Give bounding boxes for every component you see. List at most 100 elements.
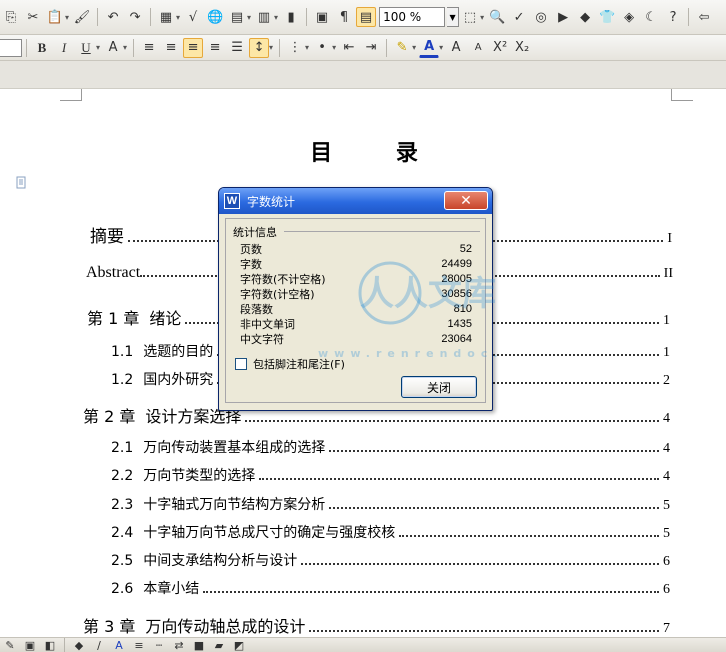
toc-entry[interactable]: 第 3 章 万向传动轴总成的设计 7 — [83, 613, 670, 637]
line-spacing-icon[interactable]: ↕ — [249, 37, 270, 58]
hyperlink-icon[interactable]: 🌐 — [205, 7, 225, 27]
paste-icon[interactable]: 📋 — [45, 7, 65, 27]
underline-dropdown-icon[interactable]: ▾ — [96, 43, 100, 52]
layer-icon[interactable]: ◩ — [230, 638, 248, 652]
help-icon[interactable]: ? — [663, 7, 683, 27]
include-footnotes-option[interactable]: 包括脚注和尾注(F) — [235, 356, 345, 372]
columns-icon[interactable]: ▥ — [254, 7, 274, 27]
italic-icon[interactable]: I — [54, 38, 74, 58]
insert-table-dropdown-icon[interactable]: ▾ — [176, 13, 180, 22]
line-spacing-dropdown-icon[interactable]: ▾ — [269, 43, 273, 52]
font-color-dropdown-icon[interactable]: ▾ — [439, 43, 443, 52]
wps-logo-icon: W — [224, 193, 240, 209]
table-dropdown-icon[interactable]: ▾ — [247, 13, 251, 22]
stat-label: 段落数 — [240, 303, 273, 316]
back-arrow-icon[interactable]: ⇦ — [694, 7, 714, 27]
distributed-icon[interactable]: ☰ — [227, 38, 247, 58]
toc-entry[interactable]: 2.3 十字轴式万向节结构方案分析 5 — [111, 494, 670, 514]
show-formatting-icon[interactable]: ▤ — [356, 7, 377, 27]
align-center-icon[interactable]: ≡ — [161, 38, 181, 58]
toc-entry[interactable]: 2.2 万向节类型的选择 4 — [111, 465, 670, 485]
format-painter-icon[interactable]: 🖌 — [72, 7, 92, 27]
bullets-icon[interactable]: • — [312, 38, 332, 58]
bullets-dropdown-icon[interactable]: ▾ — [332, 43, 336, 52]
char-shading-dropdown-icon[interactable]: ▾ — [123, 43, 127, 52]
undo-icon[interactable]: ↶ — [103, 7, 123, 27]
shrink-font-icon[interactable]: A — [468, 38, 488, 58]
numbering-dropdown-icon[interactable]: ▾ — [305, 43, 309, 52]
document-map-icon[interactable]: ▣ — [312, 7, 332, 27]
toc-page-number: 1 — [663, 313, 670, 328]
find-icon[interactable]: 🔍 — [487, 7, 507, 27]
toc-entry[interactable]: 2.5 中间支承结构分析与设计 6 — [111, 550, 670, 570]
justify-icon[interactable]: ≡ — [205, 38, 225, 58]
spellcheck-icon[interactable]: ✓ — [509, 7, 529, 27]
shapes-icon[interactable]: ◧ — [41, 638, 59, 652]
stat-row: 中文字符 23064 — [240, 332, 472, 347]
dash-style-icon[interactable]: ┄ — [150, 638, 168, 652]
underline-icon[interactable]: U — [76, 38, 96, 58]
paste-dropdown-icon[interactable]: ▾ — [65, 13, 69, 22]
play-icon[interactable]: ▶ — [553, 7, 573, 27]
zoom-input[interactable]: 100 % — [379, 7, 446, 27]
backup-icon[interactable]: ◆ — [575, 7, 595, 27]
increase-indent-icon[interactable]: ⇥ — [361, 38, 381, 58]
toc-page-number: 6 — [663, 554, 670, 569]
text-color-icon[interactable]: A — [110, 638, 128, 652]
close-button[interactable]: 关闭 — [401, 376, 477, 398]
subscript-icon[interactable]: X₂ — [512, 38, 532, 58]
draw-icon[interactable]: ✎ — [1, 638, 19, 652]
zoom-dropdown-icon[interactable]: ▼ — [447, 7, 460, 27]
shield-icon[interactable]: ◈ — [619, 7, 639, 27]
font-color-icon[interactable]: A — [419, 38, 440, 58]
select-dropdown-icon[interactable]: ▾ — [480, 13, 484, 22]
stat-row: 字数 24499 — [240, 257, 472, 272]
formula-icon[interactable]: √ — [183, 7, 203, 27]
align-left-icon[interactable]: ≡ — [139, 38, 159, 58]
superscript-icon[interactable]: X² — [490, 38, 510, 58]
copy-icon[interactable]: ⎘ — [1, 7, 21, 27]
bold-icon[interactable]: B — [32, 38, 52, 58]
redo-icon[interactable]: ↷ — [125, 7, 145, 27]
3d-icon[interactable]: ▰ — [210, 638, 228, 652]
decrease-indent-icon[interactable]: ⇤ — [339, 38, 359, 58]
toc-entry[interactable]: 2.4 十字轴万向节总成尺寸的确定与强度校核 5 — [111, 522, 670, 542]
toc-entry-text: 万向节类型的选择 — [143, 468, 256, 484]
margin-corner-right — [671, 89, 693, 101]
include-footnotes-checkbox[interactable] — [235, 358, 247, 370]
style-selector[interactable] — [0, 38, 22, 57]
translate-icon[interactable]: ◎ — [531, 7, 551, 27]
columns-dropdown-icon[interactable]: ▾ — [274, 13, 278, 22]
shirt-icon[interactable]: 👕 — [597, 7, 617, 27]
picture-icon[interactable]: ▣ — [21, 638, 39, 652]
insert-table-icon[interactable]: ▦ — [156, 7, 176, 27]
stat-value: 23064 — [441, 333, 472, 345]
cut-icon[interactable]: ✂ — [23, 7, 43, 27]
table-icon[interactable]: ▤ — [227, 7, 247, 27]
toc-entry[interactable]: 2.1 万向传动装置基本组成的选择 4 — [111, 437, 670, 457]
fill-color-icon[interactable]: ◆ — [70, 638, 88, 652]
paragraph-mark-icon[interactable]: ¶ — [334, 7, 354, 27]
toolbar-separator — [26, 38, 27, 57]
paragraph-marker-icon[interactable] — [16, 176, 28, 190]
toc-page-number: 4 — [663, 441, 670, 456]
moon-icon[interactable]: ☾ — [641, 7, 661, 27]
shadow-icon[interactable]: ■ — [190, 638, 208, 652]
toc-entry[interactable]: 2.6 本章小结 6 — [111, 578, 670, 598]
chart-icon[interactable]: ▮ — [281, 7, 301, 27]
toc-page-number: 1 — [663, 345, 670, 360]
arrow-style-icon[interactable]: ⇄ — [170, 638, 188, 652]
highlight-icon[interactable]: ✎ — [392, 38, 412, 58]
numbering-icon[interactable]: ⋮ — [285, 38, 305, 58]
line-style-icon[interactable]: ≡ — [130, 638, 148, 652]
select-objects-icon[interactable]: ⬚ — [460, 7, 480, 27]
line-color-icon[interactable]: ∕ — [90, 638, 108, 652]
highlight-dropdown-icon[interactable]: ▾ — [412, 43, 416, 52]
align-right-icon[interactable]: ≡ — [183, 37, 204, 58]
dialog-title-bar[interactable]: W 字数统计 ✕ — [219, 188, 492, 214]
include-footnotes-label: 包括脚注和尾注(F) — [253, 358, 345, 371]
grow-font-icon[interactable]: A — [446, 38, 466, 58]
char-shading-icon[interactable]: A — [103, 38, 123, 58]
dialog-close-button[interactable]: ✕ — [444, 191, 488, 210]
stat-label: 字符数(计空格) — [240, 288, 315, 301]
